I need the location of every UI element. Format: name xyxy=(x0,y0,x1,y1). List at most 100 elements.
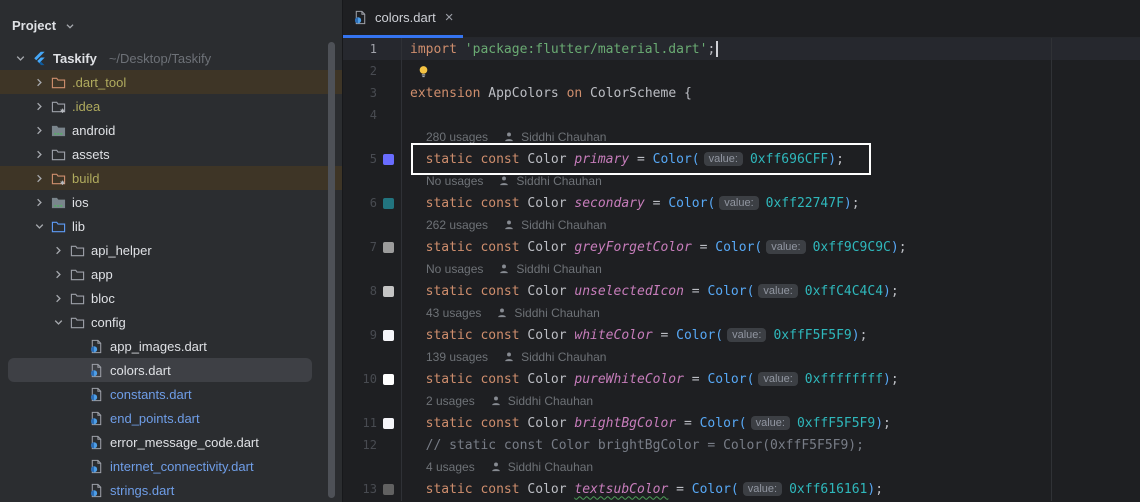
chevron-right-icon[interactable] xyxy=(50,242,66,258)
chevron-down-icon[interactable] xyxy=(31,218,47,234)
lightbulb-icon[interactable] xyxy=(416,64,431,79)
tree-item-app[interactable]: app xyxy=(0,262,342,286)
code-text[interactable]: static const Color textsubColor = Color(… xyxy=(410,482,883,497)
intention-action[interactable] xyxy=(410,64,431,79)
code-line-7: 7 static const Color greyForgetColor = C… xyxy=(343,236,1140,258)
usages-count[interactable]: 280 usages xyxy=(426,130,488,144)
author-name[interactable]: Siddhi Chauhan xyxy=(516,262,601,276)
color-preview-swatch[interactable] xyxy=(383,418,394,429)
color-preview-swatch[interactable] xyxy=(383,154,394,165)
tab-colors-dart[interactable]: colors.dart × xyxy=(343,0,463,38)
chevron-right-icon[interactable] xyxy=(31,146,47,162)
code-token xyxy=(410,240,426,255)
color-preview-swatch[interactable] xyxy=(383,286,394,297)
code-token: textsubColor xyxy=(574,482,668,497)
tree-item-end-points-dart[interactable]: end_points.dart xyxy=(0,406,342,430)
author-name[interactable]: Siddhi Chauhan xyxy=(521,350,606,364)
code-token: Color( xyxy=(668,196,715,211)
tree-item-internet-connectivity-dart[interactable]: internet_connectivity.dart xyxy=(0,454,342,478)
code-token: static const xyxy=(426,482,528,497)
chevron-right-icon[interactable] xyxy=(31,122,47,138)
tree-item-constants-dart[interactable]: constants.dart xyxy=(0,382,342,406)
usages-hint[interactable]: 4 usages Siddhi Chauhan xyxy=(410,460,593,474)
usages-count[interactable]: 43 usages xyxy=(426,306,481,320)
chevron-right-icon[interactable] xyxy=(50,266,66,282)
usages-count[interactable]: 4 usages xyxy=(426,460,475,474)
chevron-down-icon[interactable] xyxy=(50,314,66,330)
author-name[interactable]: Siddhi Chauhan xyxy=(514,306,599,320)
usages-hint[interactable]: 2 usages Siddhi Chauhan xyxy=(410,394,593,408)
code-text[interactable]: static const Color unselectedIcon = Colo… xyxy=(410,284,899,299)
chevron-down-icon[interactable] xyxy=(12,50,28,66)
chevron-right-icon[interactable] xyxy=(50,290,66,306)
tree-item-taskify[interactable]: Taskify~/Desktop/Taskify xyxy=(0,46,342,70)
value-parameter-hint: value: xyxy=(751,416,790,430)
author-name[interactable]: Siddhi Chauhan xyxy=(516,174,601,188)
chevron-right-icon[interactable] xyxy=(31,98,47,114)
tree-item-android[interactable]: android xyxy=(0,118,342,142)
color-preview-swatch[interactable] xyxy=(383,484,394,495)
code-text[interactable]: static const Color secondary = Color(val… xyxy=(410,196,860,211)
code-line-11: 11 static const Color brightBgColor = Co… xyxy=(343,412,1140,434)
chevron-right-icon[interactable] xyxy=(31,170,47,186)
usages-count[interactable]: No usages xyxy=(426,262,483,276)
code-token: static const xyxy=(426,372,528,387)
code-token: 0xffC4C4C4 xyxy=(805,284,883,299)
author-name[interactable]: Siddhi Chauhan xyxy=(521,218,606,232)
tree-item-lib[interactable]: lib xyxy=(0,214,342,238)
tab-close-icon[interactable]: × xyxy=(445,10,454,25)
code-text[interactable]: // static const Color brightBgColor = Co… xyxy=(410,438,864,453)
gutter: 8 xyxy=(343,284,410,298)
code-token: pureWhiteColor xyxy=(574,372,684,387)
chevron-right-icon[interactable] xyxy=(31,74,47,90)
usages-hint[interactable]: 262 usages Siddhi Chauhan xyxy=(410,218,606,232)
gutter: 9 xyxy=(343,328,410,342)
color-preview-swatch[interactable] xyxy=(383,330,394,341)
usages-count[interactable]: 139 usages xyxy=(426,350,488,364)
usages-hint[interactable]: 280 usages Siddhi Chauhan xyxy=(410,130,606,144)
code-text[interactable]: static const Color pureWhiteColor = Colo… xyxy=(410,372,899,387)
usages-hint-row: 4 usages Siddhi Chauhan xyxy=(343,456,1140,478)
usages-hint[interactable]: 43 usages Siddhi Chauhan xyxy=(410,306,600,320)
tree-item-ios[interactable]: ios xyxy=(0,190,342,214)
tree-item-error-message-code-dart[interactable]: error_message_code.dart xyxy=(0,430,342,454)
code-text[interactable]: static const Color brightBgColor = Color… xyxy=(410,416,891,431)
tree-item-colors-dart[interactable]: colors.dart xyxy=(8,358,312,382)
author-name[interactable]: Siddhi Chauhan xyxy=(508,394,593,408)
tree-item--idea[interactable]: .idea xyxy=(0,94,342,118)
author-icon xyxy=(503,219,515,231)
code-text[interactable]: extension AppColors on ColorScheme { xyxy=(410,86,692,101)
color-preview-swatch[interactable] xyxy=(383,242,394,253)
author-name[interactable]: Siddhi Chauhan xyxy=(508,460,593,474)
code-text[interactable]: import 'package:flutter/material.dart'; xyxy=(410,41,718,57)
code-token xyxy=(410,328,426,343)
usages-count[interactable]: 262 usages xyxy=(426,218,488,232)
tree-item--dart-tool[interactable]: .dart_tool xyxy=(0,70,342,94)
code-text[interactable]: static const Color whiteColor = Color(va… xyxy=(410,328,867,343)
code-token: AppColors xyxy=(488,86,566,101)
code-line-3: 3extension AppColors on ColorScheme { xyxy=(343,82,1140,104)
tree-item-config[interactable]: config xyxy=(0,310,342,334)
tree-item-build[interactable]: build xyxy=(0,166,342,190)
tree-item-assets[interactable]: assets xyxy=(0,142,342,166)
tree-item-bloc[interactable]: bloc xyxy=(0,286,342,310)
tree-item-app-images-dart[interactable]: app_images.dart xyxy=(0,334,342,358)
color-preview-swatch[interactable] xyxy=(383,198,394,209)
chevron-right-icon[interactable] xyxy=(31,194,47,210)
tree-item-api-helper[interactable]: api_helper xyxy=(0,238,342,262)
color-preview-swatch[interactable] xyxy=(383,374,394,385)
code-token: ) xyxy=(828,152,836,167)
usages-count[interactable]: 2 usages xyxy=(426,394,475,408)
project-panel-header[interactable]: Project xyxy=(0,0,342,40)
usages-hint[interactable]: No usages Siddhi Chauhan xyxy=(410,262,602,276)
code-token: import xyxy=(410,42,465,57)
tree-item-label: android xyxy=(72,123,115,138)
usages-count[interactable]: No usages xyxy=(426,174,483,188)
usages-hint[interactable]: No usages Siddhi Chauhan xyxy=(410,174,602,188)
code-text[interactable]: static const Color greyForgetColor = Col… xyxy=(410,240,907,255)
tree-item-strings-dart[interactable]: strings.dart xyxy=(0,478,342,502)
usages-hint[interactable]: 139 usages Siddhi Chauhan xyxy=(410,350,606,364)
author-name[interactable]: Siddhi Chauhan xyxy=(521,130,606,144)
code-text[interactable]: static const Color primary = Color(value… xyxy=(410,152,844,167)
tree-scrollbar[interactable] xyxy=(328,42,335,498)
